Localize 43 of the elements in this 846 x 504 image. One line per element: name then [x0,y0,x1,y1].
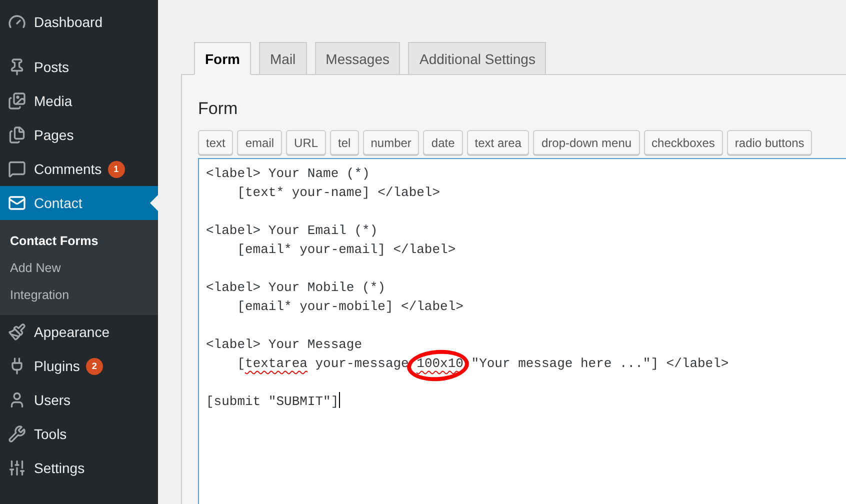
tag-button[interactable]: drop-down menu [533,130,640,155]
sidebar-item[interactable]: Appearance [0,315,158,349]
tag-button[interactable]: text area [466,130,530,155]
tag-button[interactable]: date [423,130,463,155]
tab[interactable]: Form [194,42,251,75]
speech-bubble-icon [8,160,26,178]
envelope-icon [8,194,26,212]
tab[interactable]: Additional Settings [408,42,546,75]
pages-icon [8,126,26,144]
sidebar-item[interactable]: Users [0,383,158,417]
tab[interactable]: Mail [259,42,307,75]
media-icon [8,92,26,110]
sidebar-item[interactable]: Dashboard [0,5,158,39]
sidebar-item[interactable]: Posts [0,50,158,84]
dashboard-icon [8,13,26,31]
submenu-item[interactable]: Integration [0,281,158,308]
tag-button[interactable]: text [198,130,234,155]
tag-button[interactable]: URL [286,130,326,155]
tag-button[interactable]: checkboxes [644,130,723,155]
section-heading: Form [198,99,239,119]
count-badge: 2 [86,358,103,374]
user-icon [8,391,26,409]
sliders-icon [8,459,26,477]
sidebar-item[interactable]: Contact [0,186,158,220]
tag-button[interactable]: number [362,130,420,155]
sidebar-item[interactable]: Comments 1 [0,152,158,186]
tag-button[interactable]: radio buttons [726,130,812,155]
sidebar-item[interactable]: Pages [0,118,158,152]
submenu-item[interactable]: Contact Forms [0,227,158,254]
tab[interactable]: Messages [314,42,400,75]
sidebar-item[interactable]: Settings [0,451,158,485]
paintbrush-icon [8,323,26,341]
pin-icon [8,58,26,76]
sidebar-item[interactable]: Plugins 2 [0,349,158,383]
wrench-icon [8,425,26,443]
sidebar-item[interactable]: Tools [0,417,158,451]
tag-button[interactable]: tel [330,130,359,155]
count-badge: 1 [108,160,125,178]
submenu-item[interactable]: Add New [0,254,158,281]
sidebar-item[interactable]: Media [0,84,158,118]
pointer-icon [150,195,158,211]
tag-button[interactable]: email [237,130,282,155]
template-field[interactable]: <label> Your Name (*) [text* your-name] </label> <label> Your Email (*) [email* your-email] </label> <label> Your Mobile (*) [email* your-mobile] </label> <label> Your Message [textarea your-message 100x10 "Your message here ..."] </label> [submit "SUBMIT"] [198,158,846,504]
